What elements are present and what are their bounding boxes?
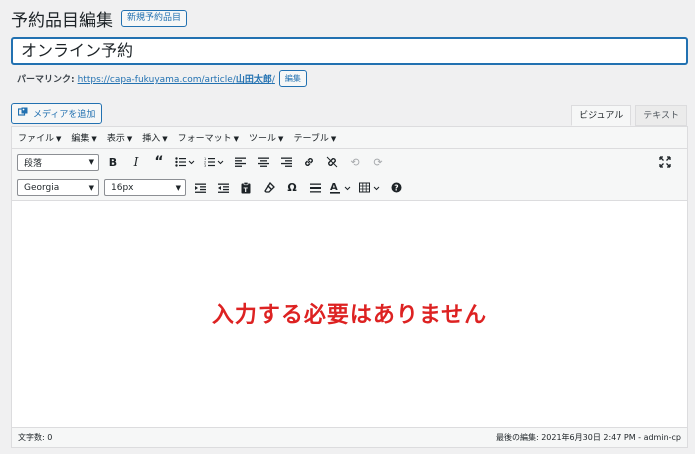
menu-insert[interactable]: 挿入 ▼	[142, 131, 167, 144]
add-media-button[interactable]: メディアを追加	[11, 103, 103, 124]
chevron-down-icon: ▼	[88, 183, 94, 192]
editor: ファイル ▼ 編集 ▼ 表示 ▼ 挿入 ▼ フォーマット ▼ ツール ▼ テーブル ▼ 段落 ▼…	[11, 126, 688, 448]
fullscreen-icon[interactable]	[656, 153, 674, 171]
menu-edit[interactable]: 編集 ▼	[71, 131, 96, 144]
editor-toolbar-1: 段落 ▼ B I “ 123 ⟲ ⟳	[12, 149, 687, 175]
svg-text:?: ?	[394, 184, 398, 193]
tab-text[interactable]: テキスト	[635, 105, 687, 126]
help-icon[interactable]: ?	[387, 179, 405, 197]
text-color-icon[interactable]: A	[329, 179, 353, 197]
media-icon	[17, 107, 29, 120]
title-input[interactable]: オンライン予約	[11, 37, 688, 65]
chevron-down-icon: ▼	[162, 135, 168, 143]
editor-menubar: ファイル ▼ 編集 ▼ 表示 ▼ 挿入 ▼ フォーマット ▼ ツール ▼ テーブル ▼	[12, 127, 687, 149]
tab-visual[interactable]: ビジュアル	[571, 105, 632, 126]
format-select-value: 段落	[24, 158, 43, 169]
chevron-down-icon: ▼	[175, 183, 181, 192]
menu-view-label: 表示	[106, 134, 125, 144]
chevron-down-icon: ▼	[278, 135, 284, 143]
italic-icon[interactable]: I	[127, 153, 145, 171]
font-family-select[interactable]: Georgia ▼	[17, 179, 99, 196]
menu-table[interactable]: テーブル ▼	[293, 131, 336, 144]
svg-text:3: 3	[204, 164, 206, 167]
font-size-value: 16px	[111, 182, 134, 193]
editor-tabs: ビジュアル テキスト	[567, 105, 687, 126]
menu-tools[interactable]: ツール ▼	[249, 131, 283, 144]
chevron-down-icon: ▼	[91, 135, 97, 143]
menu-view[interactable]: 表示 ▼	[107, 131, 132, 144]
unlink-icon[interactable]	[323, 153, 341, 171]
svg-text:A: A	[330, 182, 338, 193]
format-select[interactable]: 段落 ▼	[17, 153, 99, 171]
font-size-select[interactable]: 16px ▼	[104, 179, 186, 196]
page-header: 予約品目編集 新規予約品目	[11, 6, 188, 31]
bullet-list-icon[interactable]	[173, 153, 197, 171]
permalink: パーマリンク: https://capa-fukuyama.com/articl…	[17, 70, 307, 87]
chevron-down-icon: ▼	[126, 135, 133, 143]
bold-icon[interactable]: B	[104, 153, 122, 171]
menu-file-label: ファイル	[18, 134, 55, 144]
menu-tools-label: ツール	[249, 134, 277, 144]
chevron-down-icon: ▼	[88, 158, 94, 166]
chevron-down-icon: ▼	[233, 135, 240, 143]
numbered-list-icon[interactable]: 123	[202, 153, 226, 171]
content-message: 入力する必要はありません	[211, 303, 488, 328]
add-media-label: メディアを追加	[33, 110, 96, 120]
align-center-icon[interactable]	[254, 153, 272, 171]
font-family-value: Georgia	[24, 182, 60, 193]
chevron-down-icon: ▼	[56, 135, 62, 143]
menu-table-label: テーブル	[293, 134, 329, 144]
menu-edit-label: 編集	[71, 134, 90, 144]
chevron-down-icon: ▼	[330, 135, 337, 143]
horizontal-line-icon[interactable]	[306, 179, 324, 197]
indent-icon[interactable]	[191, 179, 209, 197]
redo-icon[interactable]: ⟳	[369, 153, 387, 171]
permalink-label: パーマリンク:	[17, 75, 75, 85]
menu-insert-label: 挿入	[142, 134, 161, 144]
editor-toolbar-2: Georgia ▼ 16px ▼ T Ω A ?	[12, 175, 687, 201]
permalink-link[interactable]: https://capa-fukuyama.com/article/山田太郎/	[78, 72, 275, 85]
outdent-icon[interactable]	[214, 179, 232, 197]
editor-content[interactable]: 入力する必要はありません	[12, 201, 687, 425]
last-edited: 最後の編集: 2021年6月30日 2:47 PM - admin-cp	[495, 433, 681, 442]
paste-text-icon[interactable]: T	[237, 179, 255, 197]
menu-format-label: フォーマット	[177, 134, 232, 144]
add-new-button[interactable]: 新規予約品目	[121, 10, 188, 27]
permalink-prefix: https://capa-fukuyama.com/article/	[77, 75, 236, 85]
align-left-icon[interactable]	[231, 153, 249, 171]
menu-file[interactable]: ファイル ▼	[18, 131, 61, 144]
align-right-icon[interactable]	[277, 153, 295, 171]
permalink-suffix: /	[271, 75, 275, 85]
edit-slug-button[interactable]: 編集	[278, 70, 307, 87]
undo-icon[interactable]: ⟲	[346, 153, 364, 171]
word-count: 文字数: 0	[18, 433, 53, 442]
omega-icon[interactable]: Ω	[283, 179, 301, 197]
clear-format-icon[interactable]	[260, 179, 278, 197]
blockquote-icon[interactable]: “	[150, 153, 168, 171]
link-icon[interactable]	[300, 153, 318, 171]
permalink-slug: 山田太郎	[235, 75, 272, 85]
editor-statusbar: 文字数: 0 最後の編集: 2021年6月30日 2:47 PM - admin…	[12, 427, 687, 447]
menu-format[interactable]: フォーマット ▼	[178, 131, 239, 144]
page-title: 予約品目編集	[11, 11, 113, 31]
table-icon[interactable]	[358, 179, 382, 197]
